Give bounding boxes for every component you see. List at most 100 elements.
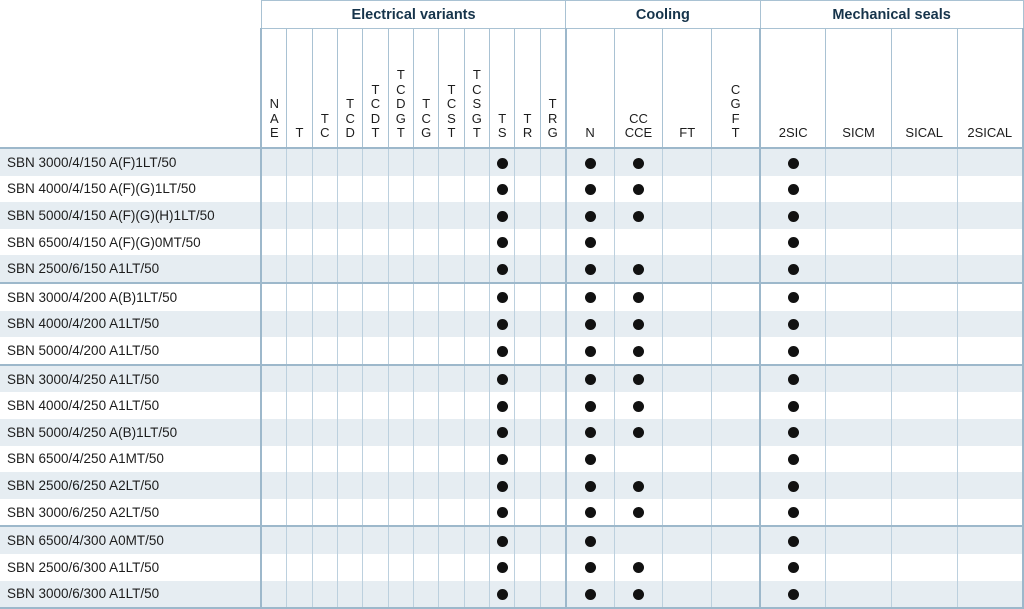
cell-tcg[interactable] [412, 363, 440, 393]
cell-tcd[interactable] [336, 525, 364, 554]
cell-n[interactable] [564, 337, 615, 365]
cell-tcdgt[interactable] [387, 363, 415, 393]
cell-cccce[interactable] [613, 525, 664, 554]
cell-nae[interactable] [260, 310, 288, 338]
cell-sicm[interactable] [825, 525, 892, 554]
cell-sicm[interactable] [825, 228, 892, 256]
cell-ts[interactable] [489, 445, 516, 473]
cell-ft[interactable] [662, 175, 713, 203]
cell-t[interactable] [286, 525, 313, 554]
cell-tcsgt[interactable] [463, 255, 491, 283]
cell-tcst[interactable] [438, 147, 465, 176]
cell-tc[interactable] [311, 228, 338, 256]
cell-ft[interactable] [662, 472, 713, 499]
cell-ft[interactable] [662, 553, 713, 581]
cell-tcdgt[interactable] [387, 445, 415, 473]
cell-2sic[interactable] [759, 553, 827, 581]
cell-n[interactable] [564, 281, 615, 311]
cell-n[interactable] [564, 310, 615, 338]
cell-t[interactable] [286, 580, 313, 609]
cell-tcst[interactable] [438, 392, 465, 419]
cell-ts[interactable] [489, 337, 516, 365]
cell-tcdt[interactable] [362, 580, 389, 609]
cell-2sical[interactable] [956, 228, 1024, 256]
cell-ts[interactable] [489, 255, 516, 283]
cell-2sic[interactable] [759, 175, 827, 203]
cell-2sical[interactable] [956, 255, 1024, 283]
table-row[interactable]: SBN 3000/6/300 A1LT/50 [0, 580, 1024, 609]
cell-tr[interactable] [514, 498, 541, 527]
cell-tcdgt[interactable] [387, 337, 415, 365]
cell-tcsgt[interactable] [463, 310, 491, 338]
cell-tcdgt[interactable] [387, 147, 415, 176]
cell-tcst[interactable] [438, 337, 465, 365]
cell-sical[interactable] [890, 147, 958, 176]
cell-nae[interactable] [260, 337, 288, 365]
cell-2sic[interactable] [759, 228, 827, 256]
cell-t[interactable] [286, 553, 313, 581]
cell-n[interactable] [564, 228, 615, 256]
cell-tcst[interactable] [438, 498, 465, 527]
cell-ts[interactable] [489, 580, 516, 609]
cell-nae[interactable] [260, 445, 288, 473]
cell-trg[interactable] [539, 392, 567, 419]
cell-tcdt[interactable] [362, 498, 389, 527]
cell-tcdgt[interactable] [387, 553, 415, 581]
cell-2sical[interactable] [956, 553, 1024, 581]
cell-tr[interactable] [514, 553, 541, 581]
cell-tr[interactable] [514, 202, 541, 229]
cell-t[interactable] [286, 202, 313, 229]
cell-sical[interactable] [890, 228, 958, 256]
cell-nae[interactable] [260, 255, 288, 283]
cell-2sic[interactable] [759, 472, 827, 499]
cell-tr[interactable] [514, 445, 541, 473]
cell-trg[interactable] [539, 281, 567, 311]
cell-tcdgt[interactable] [387, 255, 415, 283]
cell-tcdt[interactable] [362, 281, 389, 311]
cell-2sic[interactable] [759, 310, 827, 338]
cell-cgft[interactable] [711, 472, 761, 499]
cell-tr[interactable] [514, 472, 541, 499]
cell-tcdt[interactable] [362, 147, 389, 176]
cell-sical[interactable] [890, 445, 958, 473]
cell-tcd[interactable] [336, 147, 364, 176]
cell-nae[interactable] [260, 147, 288, 176]
cell-2sic[interactable] [759, 392, 827, 419]
cell-cccce[interactable] [613, 472, 664, 499]
cell-tcst[interactable] [438, 525, 465, 554]
cell-ts[interactable] [489, 498, 516, 527]
cell-sical[interactable] [890, 363, 958, 393]
cell-2sical[interactable] [956, 418, 1024, 446]
cell-tcst[interactable] [438, 580, 465, 609]
cell-tcd[interactable] [336, 228, 364, 256]
cell-cgft[interactable] [711, 202, 761, 229]
cell-ts[interactable] [489, 525, 516, 554]
cell-2sical[interactable] [956, 498, 1024, 527]
cell-ts[interactable] [489, 202, 516, 229]
cell-tcst[interactable] [438, 363, 465, 393]
cell-tc[interactable] [311, 255, 338, 283]
table-row[interactable]: SBN 6500/4/150 A(F)(G)0MT/50 [0, 228, 1024, 256]
cell-sical[interactable] [890, 580, 958, 609]
cell-tcdgt[interactable] [387, 580, 415, 609]
cell-tcg[interactable] [412, 337, 440, 365]
cell-cccce[interactable] [613, 363, 664, 393]
cell-cccce[interactable] [613, 281, 664, 311]
cell-tcg[interactable] [412, 445, 440, 473]
cell-tr[interactable] [514, 418, 541, 446]
cell-tcdgt[interactable] [387, 498, 415, 527]
cell-nae[interactable] [260, 363, 288, 393]
cell-nae[interactable] [260, 525, 288, 554]
table-row[interactable]: SBN 4000/4/150 A(F)(G)1LT/50 [0, 175, 1024, 203]
cell-tr[interactable] [514, 337, 541, 365]
table-row[interactable]: SBN 6500/4/250 A1MT/50 [0, 445, 1024, 473]
cell-sical[interactable] [890, 337, 958, 365]
cell-cccce[interactable] [613, 255, 664, 283]
cell-tcsgt[interactable] [463, 281, 491, 311]
cell-ft[interactable] [662, 310, 713, 338]
cell-2sical[interactable] [956, 175, 1024, 203]
cell-ft[interactable] [662, 281, 713, 311]
cell-tcsgt[interactable] [463, 498, 491, 527]
cell-tcd[interactable] [336, 202, 364, 229]
cell-tcg[interactable] [412, 553, 440, 581]
